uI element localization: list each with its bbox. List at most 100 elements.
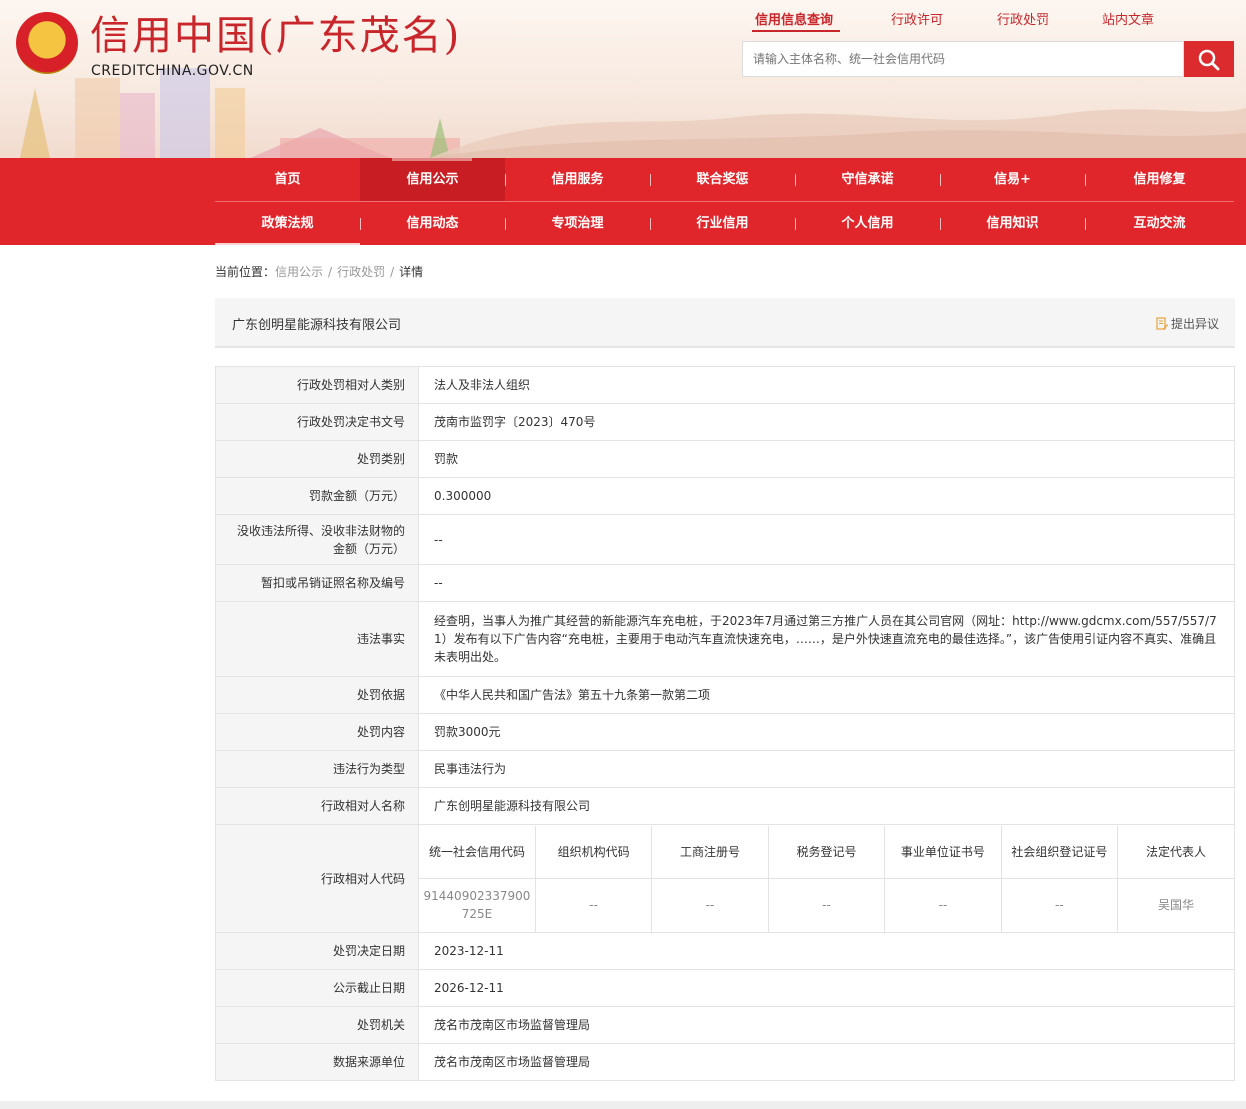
detail-row: 暂扣或吊销证照名称及编号 --: [215, 564, 1235, 602]
company-name: 广东创明星能源科技有限公司: [232, 318, 402, 333]
detail-label: 处罚类别: [215, 440, 419, 478]
codes-value-row: 91440902337900725E -- -- -- -- -- 吴国华: [419, 878, 1234, 932]
top-links: 信用信息查询 行政许可 行政处罚 站内文章: [720, 9, 1180, 29]
detail-label: 行政处罚决定书文号: [215, 403, 419, 441]
main-nav: 首页 信用公示 信用服务 联合奖惩 守信承诺 信易+ 信用修复 政策法规 信用动…: [0, 158, 1246, 245]
nav-item-joint-reward-punish[interactable]: 联合奖惩: [650, 158, 795, 201]
mountain-illustration: [430, 108, 1246, 158]
breadcrumb-current: 详情: [399, 265, 424, 279]
detail-label: 罚款金额（万元）: [215, 477, 419, 515]
detail-row: 行政处罚相对人类别 法人及非法人组织: [215, 366, 1235, 404]
toplink-admin-license[interactable]: 行政许可: [891, 9, 943, 28]
nav-bottom-highlight: [215, 243, 360, 245]
breadcrumb-prefix: 当前位置：: [215, 265, 276, 279]
detail-value: 2023-12-11: [418, 932, 1235, 970]
detail-row-codes: 行政相对人代码 统一社会信用代码 组织机构代码 工商注册号 税务登记号 事业单位…: [215, 824, 1235, 933]
detail-value: 民事违法行为: [418, 750, 1235, 788]
toplink-admin-penalty[interactable]: 行政处罚: [997, 9, 1049, 28]
detail-row: 违法行为类型 民事违法行为: [215, 750, 1235, 788]
detail-label: 行政相对人名称: [215, 787, 419, 825]
codes-header: 工商注册号: [651, 825, 769, 879]
detail-label: 暂扣或吊销证照名称及编号: [215, 564, 419, 602]
codes-header: 法定代表人: [1117, 825, 1234, 879]
detail-row: 罚款金额（万元） 0.300000: [215, 477, 1235, 515]
detail-label: 行政处罚相对人类别: [215, 366, 419, 404]
nav-item-credit-service[interactable]: 信用服务: [505, 158, 650, 201]
detail-row: 处罚决定日期 2023-12-11: [215, 932, 1235, 970]
nav-item-credit-repair[interactable]: 信用修复: [1085, 158, 1234, 201]
detail-label: 处罚机关: [215, 1006, 419, 1044]
objection-label: 提出异议: [1170, 317, 1219, 331]
nav-item-policy[interactable]: 政策法规: [215, 202, 360, 245]
detail-label: 处罚内容: [215, 713, 419, 751]
penalty-detail-table: 行政处罚相对人类别 法人及非法人组织 行政处罚决定书文号 茂南市监罚字〔2023…: [215, 366, 1235, 1081]
search-icon: [1198, 49, 1220, 71]
detail-label: 数据来源单位: [215, 1043, 419, 1081]
codes-value: --: [768, 878, 886, 932]
active-link-underline: [752, 30, 840, 32]
breadcrumb-separator: /: [390, 265, 395, 279]
nav-row-1: 首页 信用公示 信用服务 联合奖惩 守信承诺 信易+ 信用修复: [215, 158, 1234, 201]
detail-value: 茂南市监罚字〔2023〕470号: [418, 403, 1235, 441]
codes-header: 税务登记号: [768, 825, 886, 879]
detail-label: 违法事实: [215, 601, 419, 677]
detail-value: 罚款3000元: [418, 713, 1235, 751]
detail-row: 没收违法所得、没收非法财物的金额（万元） --: [215, 514, 1235, 565]
codes-value: --: [1001, 878, 1119, 932]
codes-value: --: [651, 878, 769, 932]
site-title: 信用中国(广东茂名): [90, 13, 462, 59]
detail-label: 行政相对人代码: [215, 824, 419, 933]
nav-item-xinyi-plus[interactable]: 信易+: [940, 158, 1085, 201]
detail-row: 处罚依据 《中华人民共和国广告法》第五十九条第一款第二项: [215, 676, 1235, 714]
detail-value: 广东创明星能源科技有限公司: [418, 787, 1235, 825]
nav-item-credit-publicity[interactable]: 信用公示: [360, 158, 505, 201]
toplink-site-articles[interactable]: 站内文章: [1102, 9, 1154, 28]
detail-value: 茂名市茂南区市场监督管理局: [418, 1006, 1235, 1044]
detail-value: 法人及非法人组织: [418, 366, 1235, 404]
nav-item-home[interactable]: 首页: [215, 158, 360, 201]
codes-header: 事业单位证书号: [884, 825, 1002, 879]
detail-label: 没收违法所得、没收非法财物的金额（万元）: [215, 514, 419, 565]
site-header: ★ 信用中国(广东茂名) CREDITCHINA.GOV.CN 信用信息查询 行…: [0, 0, 1246, 158]
nav-item-interaction[interactable]: 互动交流: [1085, 202, 1234, 245]
detail-row: 行政相对人名称 广东创明星能源科技有限公司: [215, 787, 1235, 825]
codes-header: 社会组织登记证号: [1001, 825, 1119, 879]
breadcrumb: 当前位置：信用公示 / 行政处罚 / 详情: [215, 263, 423, 280]
codes-header: 组织机构代码: [535, 825, 653, 879]
codes-header-row: 统一社会信用代码 组织机构代码 工商注册号 税务登记号 事业单位证书号 社会组织…: [419, 825, 1234, 879]
company-title-bar: 广东创明星能源科技有限公司 提出异议: [215, 298, 1235, 348]
nav-row-2: 政策法规 信用动态 专项治理 行业信用 个人信用 信用知识 互动交流: [215, 202, 1234, 245]
nav-item-industry-credit[interactable]: 行业信用: [650, 202, 795, 245]
toplink-credit-query[interactable]: 信用信息查询: [755, 9, 833, 28]
breadcrumb-link-admin-penalty[interactable]: 行政处罚: [337, 265, 385, 279]
codes-table: 统一社会信用代码 组织机构代码 工商注册号 税务登记号 事业单位证书号 社会组织…: [419, 825, 1234, 932]
detail-row: 处罚机关 茂名市茂南区市场监督管理局: [215, 1006, 1235, 1044]
detail-value: 0.300000: [418, 477, 1235, 515]
search-input[interactable]: [743, 42, 1183, 76]
national-emblem-icon: ★: [16, 12, 78, 74]
breadcrumb-separator: /: [328, 265, 333, 279]
detail-label: 处罚决定日期: [215, 932, 419, 970]
search-button[interactable]: [1184, 41, 1234, 77]
detail-value: 罚款: [418, 440, 1235, 478]
detail-value: 经查明，当事人为推广其经营的新能源汽车充电桩，于2023年7月通过第三方推广人员…: [418, 601, 1235, 677]
detail-row: 公示截止日期 2026-12-11: [215, 969, 1235, 1007]
codes-cell: 统一社会信用代码 组织机构代码 工商注册号 税务登记号 事业单位证书号 社会组织…: [418, 824, 1235, 933]
objection-button[interactable]: 提出异议: [1156, 315, 1219, 332]
nav-item-personal-credit[interactable]: 个人信用: [795, 202, 940, 245]
nav-item-special-governance[interactable]: 专项治理: [505, 202, 650, 245]
edit-document-icon: [1156, 317, 1168, 330]
footer-strip: [0, 1101, 1246, 1109]
nav-item-credit-news[interactable]: 信用动态: [360, 202, 505, 245]
breadcrumb-link-credit-publicity[interactable]: 信用公示: [275, 265, 323, 279]
nav-item-credit-knowledge[interactable]: 信用知识: [940, 202, 1085, 245]
nav-item-credit-commitment[interactable]: 守信承诺: [795, 158, 940, 201]
codes-value: --: [884, 878, 1002, 932]
detail-value: 《中华人民共和国广告法》第五十九条第一款第二项: [418, 676, 1235, 714]
detail-value: --: [418, 514, 1235, 565]
detail-label: 处罚依据: [215, 676, 419, 714]
detail-row: 数据来源单位 茂名市茂南区市场监督管理局: [215, 1043, 1235, 1081]
detail-row: 处罚内容 罚款3000元: [215, 713, 1235, 751]
detail-row: 处罚类别 罚款: [215, 440, 1235, 478]
search-box: [742, 41, 1184, 77]
